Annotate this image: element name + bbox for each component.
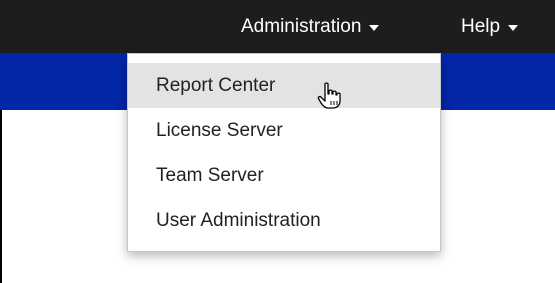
menu-item-report-center[interactable]: Report Center [128, 63, 440, 108]
help-menu[interactable]: Help [461, 0, 519, 53]
administration-dropdown: Report Center License Server Team Server… [127, 53, 441, 252]
caret-down-icon [369, 24, 380, 31]
administration-menu-label: Administration [241, 15, 362, 37]
caret-down-icon [508, 24, 519, 31]
top-navbar: Administration Help [0, 0, 555, 53]
dropdown-list: Report Center License Server Team Server… [128, 54, 440, 243]
administration-menu[interactable]: Administration [241, 0, 380, 53]
menu-item-team-server[interactable]: Team Server [128, 153, 440, 198]
help-menu-label: Help [461, 15, 501, 37]
content-left-border [0, 110, 2, 283]
menu-item-user-administration[interactable]: User Administration [128, 198, 440, 243]
menu-item-license-server[interactable]: License Server [128, 108, 440, 153]
